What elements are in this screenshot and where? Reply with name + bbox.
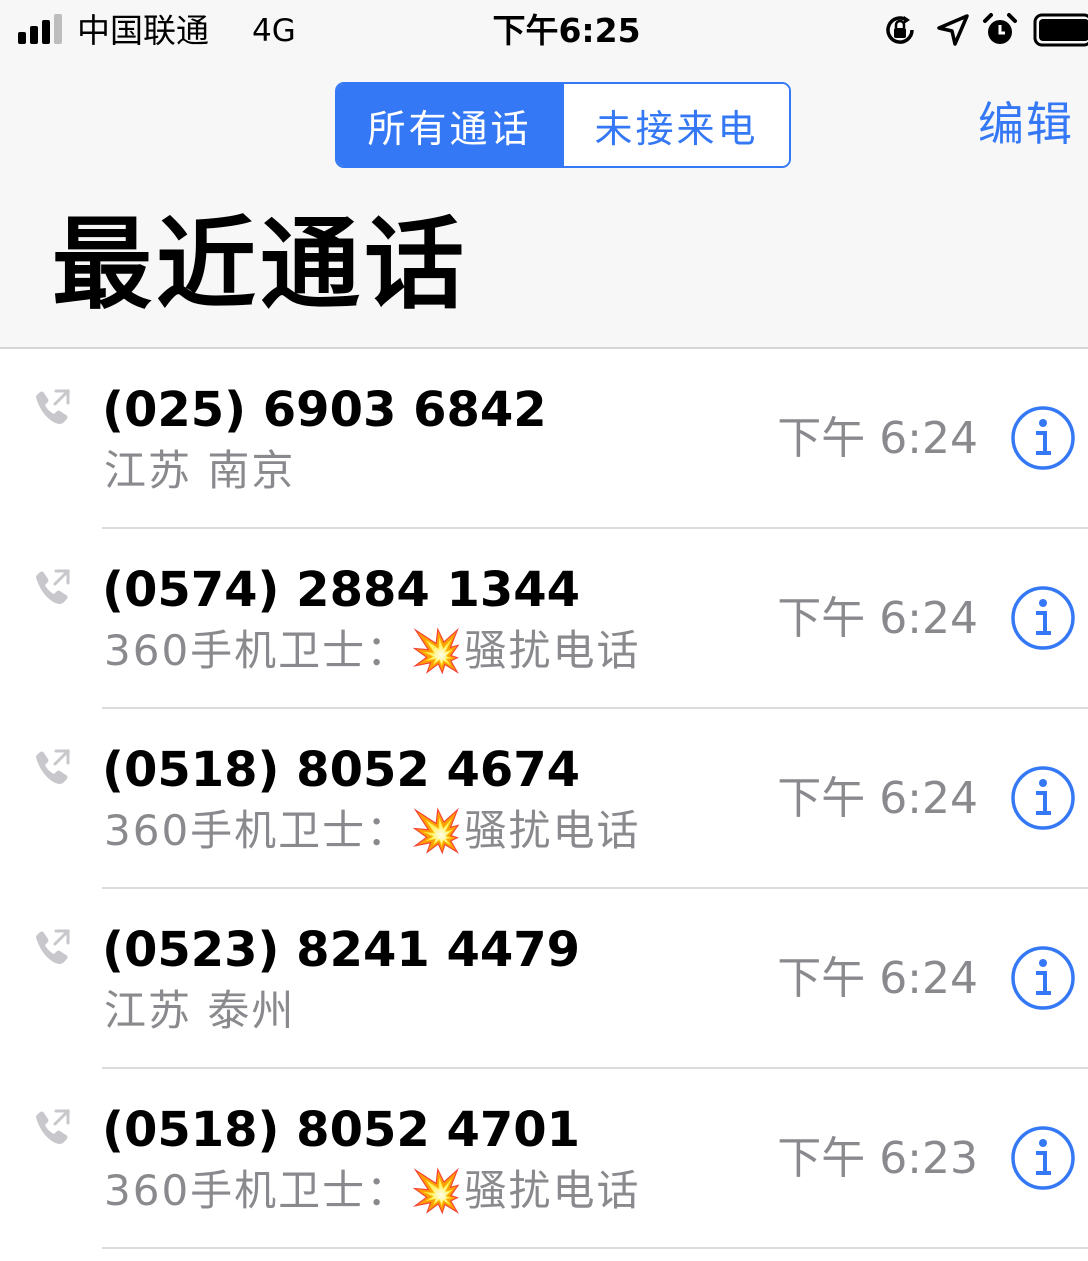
call-spam-label: 360手机卫士：💥骚扰电话 xyxy=(104,806,641,855)
call-spam-label: 360手机卫士：💥骚扰电话 xyxy=(104,1166,641,1215)
call-row[interactable]: (0523) 8241 4479 江苏 泰州 下午 6:24 xyxy=(0,889,1088,1069)
outgoing-call-icon xyxy=(36,929,70,964)
outgoing-call-icon xyxy=(36,569,70,604)
call-number: (0523) 8241 4479 xyxy=(102,922,581,978)
call-spam-label: 360手机卫士：💥骚扰电话 xyxy=(104,626,641,675)
segment-missed-calls[interactable]: 未接来电 xyxy=(564,84,789,166)
edit-button[interactable]: 编辑 xyxy=(978,92,1074,156)
info-icon[interactable] xyxy=(1010,585,1076,651)
outgoing-call-icon xyxy=(36,749,70,784)
call-number: (025) 6903 6842 xyxy=(102,382,547,438)
call-number: (0518) 8052 4674 xyxy=(102,742,581,798)
status-bar: 中国联通 4G 下午6:25 xyxy=(0,0,1088,62)
call-row[interactable]: (0518) 8052 4674 360手机卫士：💥骚扰电话 下午 6:24 xyxy=(0,709,1088,889)
call-time: 下午 6:24 xyxy=(777,413,978,464)
header: 中国联通 4G 下午6:25 所有通话 未接来电 编辑 最近通话 xyxy=(0,0,1088,349)
location-arrow-icon xyxy=(937,14,969,46)
info-icon[interactable] xyxy=(1010,1125,1076,1191)
call-row[interactable]: (025) 6903 6842 江苏 南京 下午 6:24 xyxy=(0,349,1088,529)
call-time: 下午 6:24 xyxy=(777,593,978,644)
call-list: (025) 6903 6842 江苏 南京 下午 6:24 (0574) 288… xyxy=(0,349,1088,1249)
call-time: 下午 6:24 xyxy=(777,773,978,824)
call-location: 江苏 泰州 xyxy=(104,986,296,1035)
info-icon[interactable] xyxy=(1010,405,1076,471)
call-number: (0518) 8052 4701 xyxy=(102,1102,581,1158)
alarm-icon xyxy=(983,13,1017,44)
outgoing-call-icon xyxy=(36,389,70,424)
info-icon[interactable] xyxy=(1010,945,1076,1011)
call-row[interactable]: (0518) 8052 4701 360手机卫士：💥骚扰电话 下午 6:23 xyxy=(0,1069,1088,1249)
call-location: 江苏 南京 xyxy=(104,446,296,495)
call-filter-segmented-control: 所有通话 未接来电 xyxy=(335,82,791,168)
segment-all-calls[interactable]: 所有通话 xyxy=(337,84,564,166)
call-time: 下午 6:23 xyxy=(777,1133,978,1184)
battery-icon xyxy=(1033,13,1088,47)
call-number: (0574) 2884 1344 xyxy=(102,562,581,618)
outgoing-call-icon xyxy=(36,1109,70,1144)
call-time: 下午 6:24 xyxy=(777,953,978,1004)
orientation-lock-icon xyxy=(886,16,914,44)
info-icon[interactable] xyxy=(1010,765,1076,831)
page-title: 最近通话 xyxy=(52,206,468,323)
call-row[interactable]: (0574) 2884 1344 360手机卫士：💥骚扰电话 下午 6:24 xyxy=(0,529,1088,709)
status-time: 下午6:25 xyxy=(492,11,641,50)
